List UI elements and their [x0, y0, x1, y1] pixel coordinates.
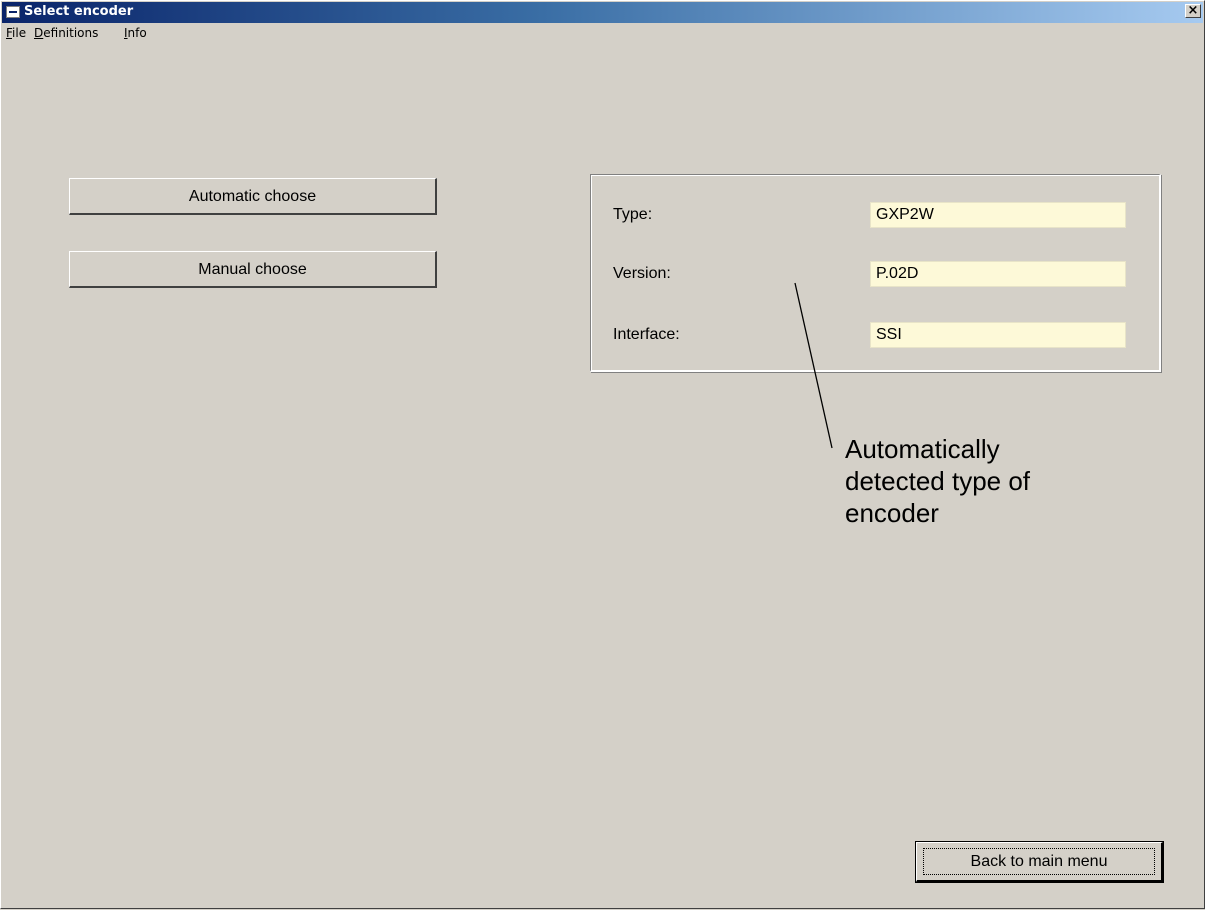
- callout-line-1: Automatically: [845, 434, 1000, 464]
- menu-definitions[interactable]: Definitions: [34, 25, 98, 41]
- manual-choose-button[interactable]: Manual choose: [69, 251, 437, 288]
- type-label: Type:: [613, 206, 653, 223]
- callout-annotation: Automatically detected type of encoder: [845, 433, 1105, 529]
- title-bar[interactable]: Select encoder ×: [2, 2, 1203, 23]
- version-value: P.02D: [870, 261, 1126, 287]
- menu-definitions-accelerator: D: [34, 26, 44, 40]
- back-to-main-menu-label: Back to main menu: [923, 848, 1155, 875]
- app-icon: [6, 6, 20, 18]
- menu-bar: File Definitions Info: [2, 23, 1203, 43]
- interface-label: Interface:: [613, 326, 680, 343]
- callout-line-2: detected type of: [845, 466, 1031, 496]
- menu-file[interactable]: File: [6, 25, 26, 41]
- menu-info-label: nfo: [127, 26, 147, 40]
- select-encoder-window: Select encoder × File Definitions Info A…: [0, 0, 1205, 909]
- automatic-choose-button[interactable]: Automatic choose: [69, 178, 437, 215]
- menu-definitions-label: efinitions: [43, 26, 99, 40]
- version-label: Version:: [613, 265, 671, 282]
- close-button[interactable]: ×: [1185, 4, 1201, 18]
- back-to-main-menu-button[interactable]: Back to main menu: [915, 841, 1164, 883]
- callout-line-3: encoder: [845, 498, 939, 528]
- type-value: GXP2W: [870, 202, 1126, 228]
- menu-info[interactable]: Info: [124, 25, 147, 41]
- window-title: Select encoder: [24, 4, 134, 19]
- menu-file-label: ile: [12, 26, 27, 40]
- interface-value: SSI: [870, 322, 1126, 348]
